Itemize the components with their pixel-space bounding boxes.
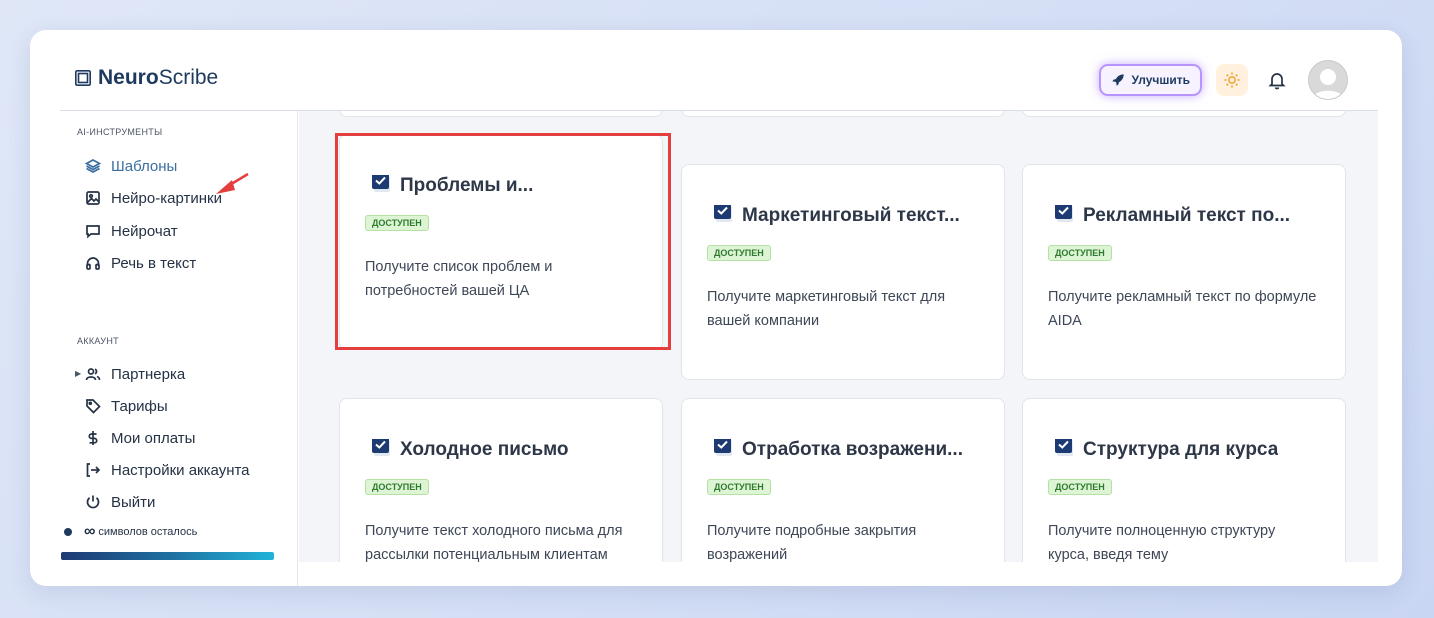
- template-card[interactable]: Отработка возражени... ДОСТУПЕН Получите…: [681, 398, 1005, 562]
- template-card[interactable]: Маркетинговый текст... ДОСТУПЕН Получите…: [681, 164, 1005, 380]
- app-window: Neuro Scribe Улучшить AI-ИНСТРУМЕНТЫ Шабл…: [30, 30, 1402, 586]
- sun-icon: [1224, 72, 1240, 88]
- app-logo[interactable]: Neuro Scribe: [74, 66, 218, 90]
- chat-icon: [86, 225, 100, 239]
- newspaper-icon: [74, 69, 92, 87]
- app-name-bold: Neuro: [98, 66, 159, 89]
- sidebar-item-my-payments[interactable]: Мои оплаты: [85, 428, 195, 448]
- caret-right-icon[interactable]: ▶: [75, 369, 81, 378]
- headphones-icon: [86, 257, 100, 270]
- symbols-value: ∞: [84, 523, 96, 540]
- status-badge: ДОСТУПЕН: [1048, 245, 1112, 261]
- status-badge: ДОСТУПЕН: [707, 479, 771, 495]
- card-description: Получите полноценную структуру курса, вв…: [1048, 523, 1276, 562]
- templates-grid: Проблемы и... ДОСТУПЕН Получите список п…: [299, 111, 1378, 562]
- tag-icon: [86, 399, 101, 414]
- checkbox-checked-icon: [372, 175, 390, 192]
- card-title-text: Холодное письмо: [400, 439, 569, 460]
- template-card[interactable]: Проблемы и... ДОСТУПЕН Получите список п…: [339, 134, 663, 350]
- card-title-text: Структура для курса: [1083, 439, 1279, 460]
- sidebar-item-label: Настройки аккаунта: [111, 461, 250, 479]
- card-title: Маркетинговый текст...: [714, 205, 994, 227]
- sidebar-item-partner[interactable]: Партнерка: [85, 364, 185, 384]
- section-title-ai-tools: AI-ИНСТРУМЕНТЫ: [77, 127, 163, 137]
- card-description: Получите рекламный текст по формуле AIDA: [1048, 289, 1317, 329]
- sidebar-item-templates[interactable]: Шаблоны: [85, 156, 177, 176]
- bell-icon: [1268, 73, 1286, 90]
- sidebar-item-speech-to-text[interactable]: Речь в текст: [85, 253, 196, 273]
- status-badge: ДОСТУПЕН: [707, 245, 771, 261]
- sidebar-item-label: Шаблоны: [111, 157, 178, 175]
- symbols-progress-bar: [61, 552, 274, 560]
- sidebar-item-neuro-chat[interactable]: Нейрочат: [85, 221, 178, 241]
- sidebar-item-label: Тарифы: [111, 397, 168, 415]
- layers-icon: [85, 159, 101, 173]
- card-title: Структура для курса: [1055, 439, 1335, 461]
- card-title-text: Маркетинговый текст...: [742, 205, 960, 226]
- sidebar-item-label: Речь в текст: [111, 254, 197, 272]
- template-card-partial[interactable]: [339, 111, 663, 117]
- template-card-partial[interactable]: [1022, 111, 1346, 117]
- card-title-text: Проблемы и...: [400, 175, 534, 196]
- notifications-button[interactable]: [1266, 69, 1288, 91]
- status-dot: [64, 528, 72, 536]
- sidebar-item-label: Партнерка: [111, 365, 186, 383]
- template-card[interactable]: Холодное письмо ДОСТУПЕН Получите текст …: [339, 398, 663, 562]
- section-title-account: АККАУНТ: [77, 336, 119, 346]
- header-actions: Улучшить: [1098, 60, 1348, 100]
- sidebar-item-tariffs[interactable]: Тарифы: [85, 396, 168, 416]
- checkbox-checked-icon: [1055, 205, 1073, 222]
- status-badge: ДОСТУПЕН: [365, 215, 429, 231]
- login-icon: [86, 463, 101, 477]
- sidebar-item-neuro-images[interactable]: Нейро-картинки: [85, 188, 222, 208]
- card-title-text: Отработка возражени...: [742, 439, 963, 460]
- sidebar-item-label: Выйти: [111, 493, 156, 511]
- image-icon: [86, 191, 100, 205]
- sidebar: AI-ИНСТРУМЕНТЫ Шаблоны Нейро-картинки Не…: [30, 111, 298, 586]
- rocket-icon: [1111, 74, 1124, 86]
- card-title-text: Рекламный текст по...: [1083, 205, 1291, 226]
- checkbox-checked-icon: [714, 439, 732, 456]
- sidebar-item-account-settings[interactable]: Настройки аккаунта: [85, 460, 250, 480]
- checkbox-checked-icon: [714, 205, 732, 222]
- template-card[interactable]: Структура для курса ДОСТУПЕН Получите по…: [1022, 398, 1346, 562]
- user-avatar-icon: [1312, 69, 1344, 99]
- card-title: Отработка возражени...: [714, 439, 994, 461]
- upgrade-button[interactable]: Улучшить: [1098, 64, 1202, 96]
- card-description: Получите список проблем и потребностей в…: [365, 259, 553, 299]
- card-title: Проблемы и...: [372, 175, 652, 197]
- template-card-partial[interactable]: [681, 111, 1005, 117]
- sidebar-item-label: Нейро-картинки: [111, 189, 222, 207]
- status-badge: ДОСТУПЕН: [1048, 479, 1112, 495]
- status-badge: ДОСТУПЕН: [365, 479, 429, 495]
- avatar[interactable]: [1308, 60, 1348, 100]
- power-icon: [86, 495, 100, 509]
- card-title: Холодное письмо: [372, 439, 652, 461]
- app-name-light: Scribe: [158, 66, 219, 89]
- card-description: Получите подробные закрытия возражений: [707, 523, 917, 562]
- checkbox-checked-icon: [1055, 439, 1073, 456]
- card-title: Рекламный текст по...: [1055, 205, 1335, 227]
- checkbox-checked-icon: [372, 439, 390, 456]
- upgrade-label: Улучшить: [1131, 73, 1190, 87]
- symbols-label: символов осталось: [98, 526, 198, 538]
- sidebar-item-label: Нейрочат: [111, 222, 178, 240]
- symbols-remaining: ∞ символов осталось: [64, 523, 197, 541]
- sidebar-item-label: Мои оплаты: [111, 429, 196, 447]
- theme-toggle-button[interactable]: [1216, 64, 1248, 96]
- dollar-icon: [88, 431, 98, 445]
- sidebar-item-logout[interactable]: Выйти: [85, 492, 155, 512]
- template-card[interactable]: Рекламный текст по... ДОСТУПЕН Получите …: [1022, 164, 1346, 380]
- users-icon: [85, 368, 101, 381]
- card-description: Получите текст холодного письма для расс…: [365, 523, 623, 562]
- card-description: Получите маркетинговый текст для вашей к…: [707, 289, 946, 329]
